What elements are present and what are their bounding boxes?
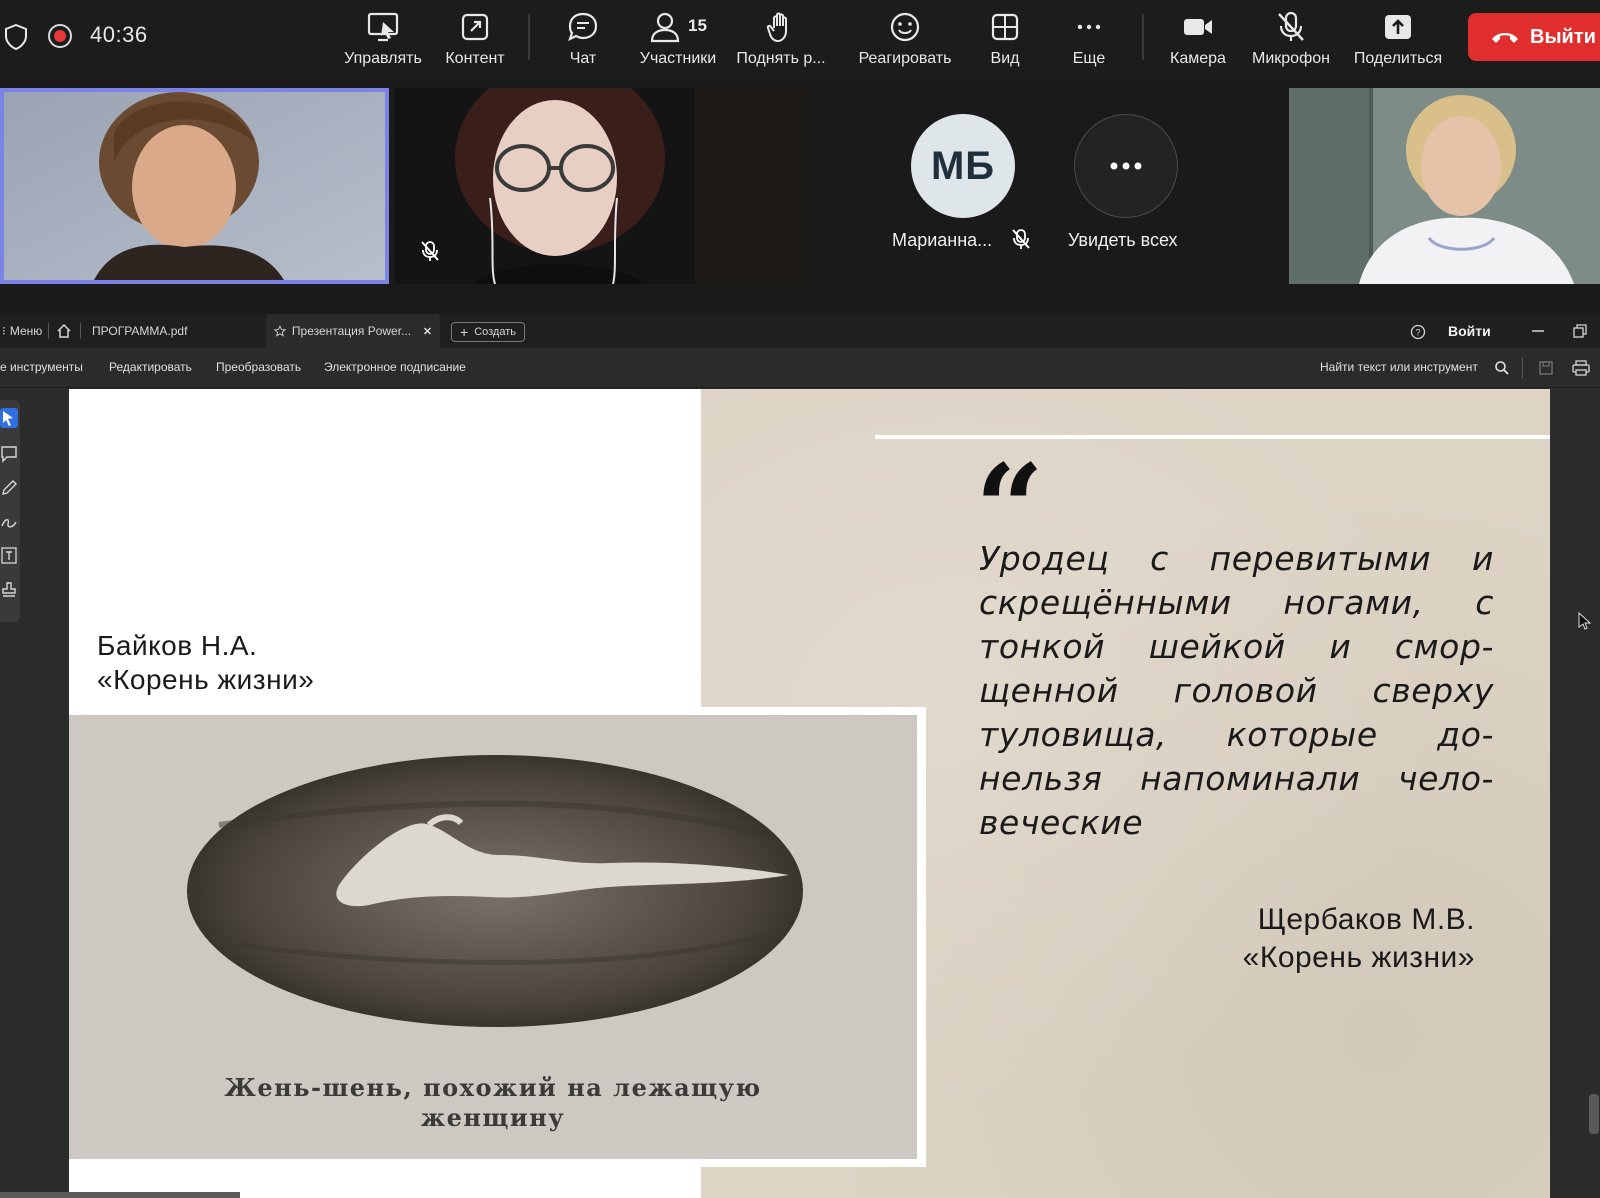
star-icon[interactable] xyxy=(274,323,286,339)
save-icon[interactable] xyxy=(1538,360,1554,376)
tab-divider xyxy=(80,323,81,339)
recording-indicator-icon[interactable] xyxy=(48,24,72,48)
participant-video xyxy=(395,88,807,284)
menu-edit[interactable]: Редактировать xyxy=(109,360,192,374)
participant-video xyxy=(1289,88,1600,284)
microphone-muted-icon xyxy=(1012,229,1030,249)
view-button[interactable]: Вид xyxy=(970,6,1040,72)
menu-divider xyxy=(1522,358,1523,378)
video-tile-participant[interactable] xyxy=(395,88,807,284)
photo-caption: Жень-шень, похожий на лежащую женщину xyxy=(224,1073,762,1132)
tab-presentation-active[interactable]: Презентация Power... xyxy=(266,314,440,348)
hand-icon xyxy=(766,12,787,43)
raise-hand-button[interactable]: Поднять р... xyxy=(730,6,832,72)
video-tile-active-speaker[interactable] xyxy=(0,88,389,284)
meeting-timer: 40:36 xyxy=(90,22,148,47)
monitor-pointer-icon xyxy=(367,12,399,42)
print-icon[interactable] xyxy=(1572,360,1590,376)
microphone-button[interactable]: Микрофон xyxy=(1246,6,1336,72)
video-camera-icon xyxy=(1184,19,1212,35)
menu-all-tools[interactable]: е инструменты xyxy=(0,360,83,374)
security-shield-icon[interactable] xyxy=(4,24,28,50)
manage-button[interactable]: Управлять xyxy=(338,6,428,72)
phone-hangup-icon xyxy=(1492,33,1518,43)
ginseng-illustration: Жень-шень, похожий на лежащую женщину xyxy=(69,715,917,1159)
find-text-tool[interactable]: Найти текст или инструмент xyxy=(1320,360,1478,374)
toolbar-divider xyxy=(528,14,530,60)
person-icon xyxy=(650,12,680,43)
more-button[interactable]: Еще xyxy=(1054,6,1124,72)
home-tab[interactable] xyxy=(56,314,72,348)
sign-in-button[interactable]: Войти xyxy=(1448,323,1491,339)
menu-esign[interactable]: Электронное подписание xyxy=(324,360,466,374)
quick-tools-panel xyxy=(0,400,20,622)
home-icon xyxy=(57,323,71,338)
quote-text: Уродец с перевитыми и скрещёнными ногами… xyxy=(979,539,1494,842)
leave-meeting-button[interactable]: Выйти xyxy=(1468,13,1600,61)
svg-text:?: ? xyxy=(1415,328,1420,338)
draw-freehand-icon[interactable] xyxy=(0,512,18,532)
video-gallery-strip: МБ Марианна... Увидеть всех xyxy=(0,80,1600,290)
toolbar-divider xyxy=(1142,14,1144,60)
stamp-icon[interactable] xyxy=(0,580,18,600)
pen-icon[interactable] xyxy=(0,478,18,498)
microphone-muted-icon xyxy=(421,241,439,261)
scrollbar-thumb[interactable] xyxy=(1589,1094,1599,1134)
grid-view-icon xyxy=(991,13,1019,41)
plus-icon: + xyxy=(460,324,469,340)
presentation-slide: Байков Н.А. «Корень жизни» Жень-шень, по… xyxy=(69,389,1550,1198)
bottom-scroll-indicator xyxy=(0,1192,240,1198)
share-button[interactable]: Поделиться xyxy=(1346,6,1450,72)
menu-tab[interactable]: ⁝ Меню xyxy=(0,314,42,348)
microphone-muted-icon xyxy=(1278,11,1304,41)
tab-divider xyxy=(48,323,49,339)
pdf-menu-bar: е инструменты Редактировать Преобразоват… xyxy=(0,348,1600,388)
comment-icon[interactable] xyxy=(0,444,18,464)
see-all-label: Увидеть всех xyxy=(1068,230,1178,250)
select-cursor-icon[interactable] xyxy=(0,408,18,428)
see-all-participants-button[interactable] xyxy=(1074,114,1178,218)
meeting-toolbar: 40:36 Управлять Контент Чат 15 Участники… xyxy=(0,0,1600,80)
smile-icon xyxy=(890,12,920,42)
help-icon[interactable]: ? xyxy=(1410,324,1426,340)
chat-button[interactable]: Чат xyxy=(548,6,618,72)
participants-count: 15 xyxy=(688,16,707,35)
close-tab-icon[interactable] xyxy=(423,325,432,337)
menu-convert[interactable]: Преобразовать xyxy=(216,360,301,374)
participant-name: Марианна... xyxy=(892,230,993,250)
search-icon[interactable] xyxy=(1494,360,1510,376)
restore-icon[interactable] xyxy=(1570,321,1590,341)
content-button[interactable]: Контент xyxy=(430,6,520,72)
minimize-icon[interactable] xyxy=(1528,321,1548,341)
participant-avatar[interactable]: МБ xyxy=(911,114,1015,218)
chat-bubble-icon xyxy=(568,12,598,42)
video-tile-participant[interactable] xyxy=(1289,88,1600,284)
participants-button[interactable]: 15 Участники xyxy=(630,6,726,72)
share-upload-icon xyxy=(1385,15,1411,39)
react-button[interactable]: Реагировать xyxy=(850,6,960,72)
pdf-viewer-window: ⁝ Меню ПРОГРАММА.pdf Презентация Power..… xyxy=(0,314,1600,1198)
share-content-icon xyxy=(461,13,489,41)
vertical-scrollbar[interactable] xyxy=(1586,388,1600,1198)
more-dots-icon xyxy=(1077,24,1101,30)
create-button[interactable]: + Создать xyxy=(451,322,525,342)
camera-button[interactable]: Камера xyxy=(1158,6,1238,72)
tab-programma-pdf[interactable]: ПРОГРАММА.pdf xyxy=(92,314,187,348)
more-dots-icon xyxy=(1110,162,1142,170)
participant-video xyxy=(4,92,385,280)
text-box-icon[interactable] xyxy=(0,546,18,566)
right-citation: Щербаков М.В. «Корень жизни» xyxy=(1242,903,1475,974)
left-citation: Байков Н.А. «Корень жизни» xyxy=(97,630,315,695)
pdf-tab-bar: ⁝ Меню ПРОГРАММА.pdf Презентация Power..… xyxy=(0,314,1600,348)
mouse-cursor-icon xyxy=(1578,612,1592,630)
